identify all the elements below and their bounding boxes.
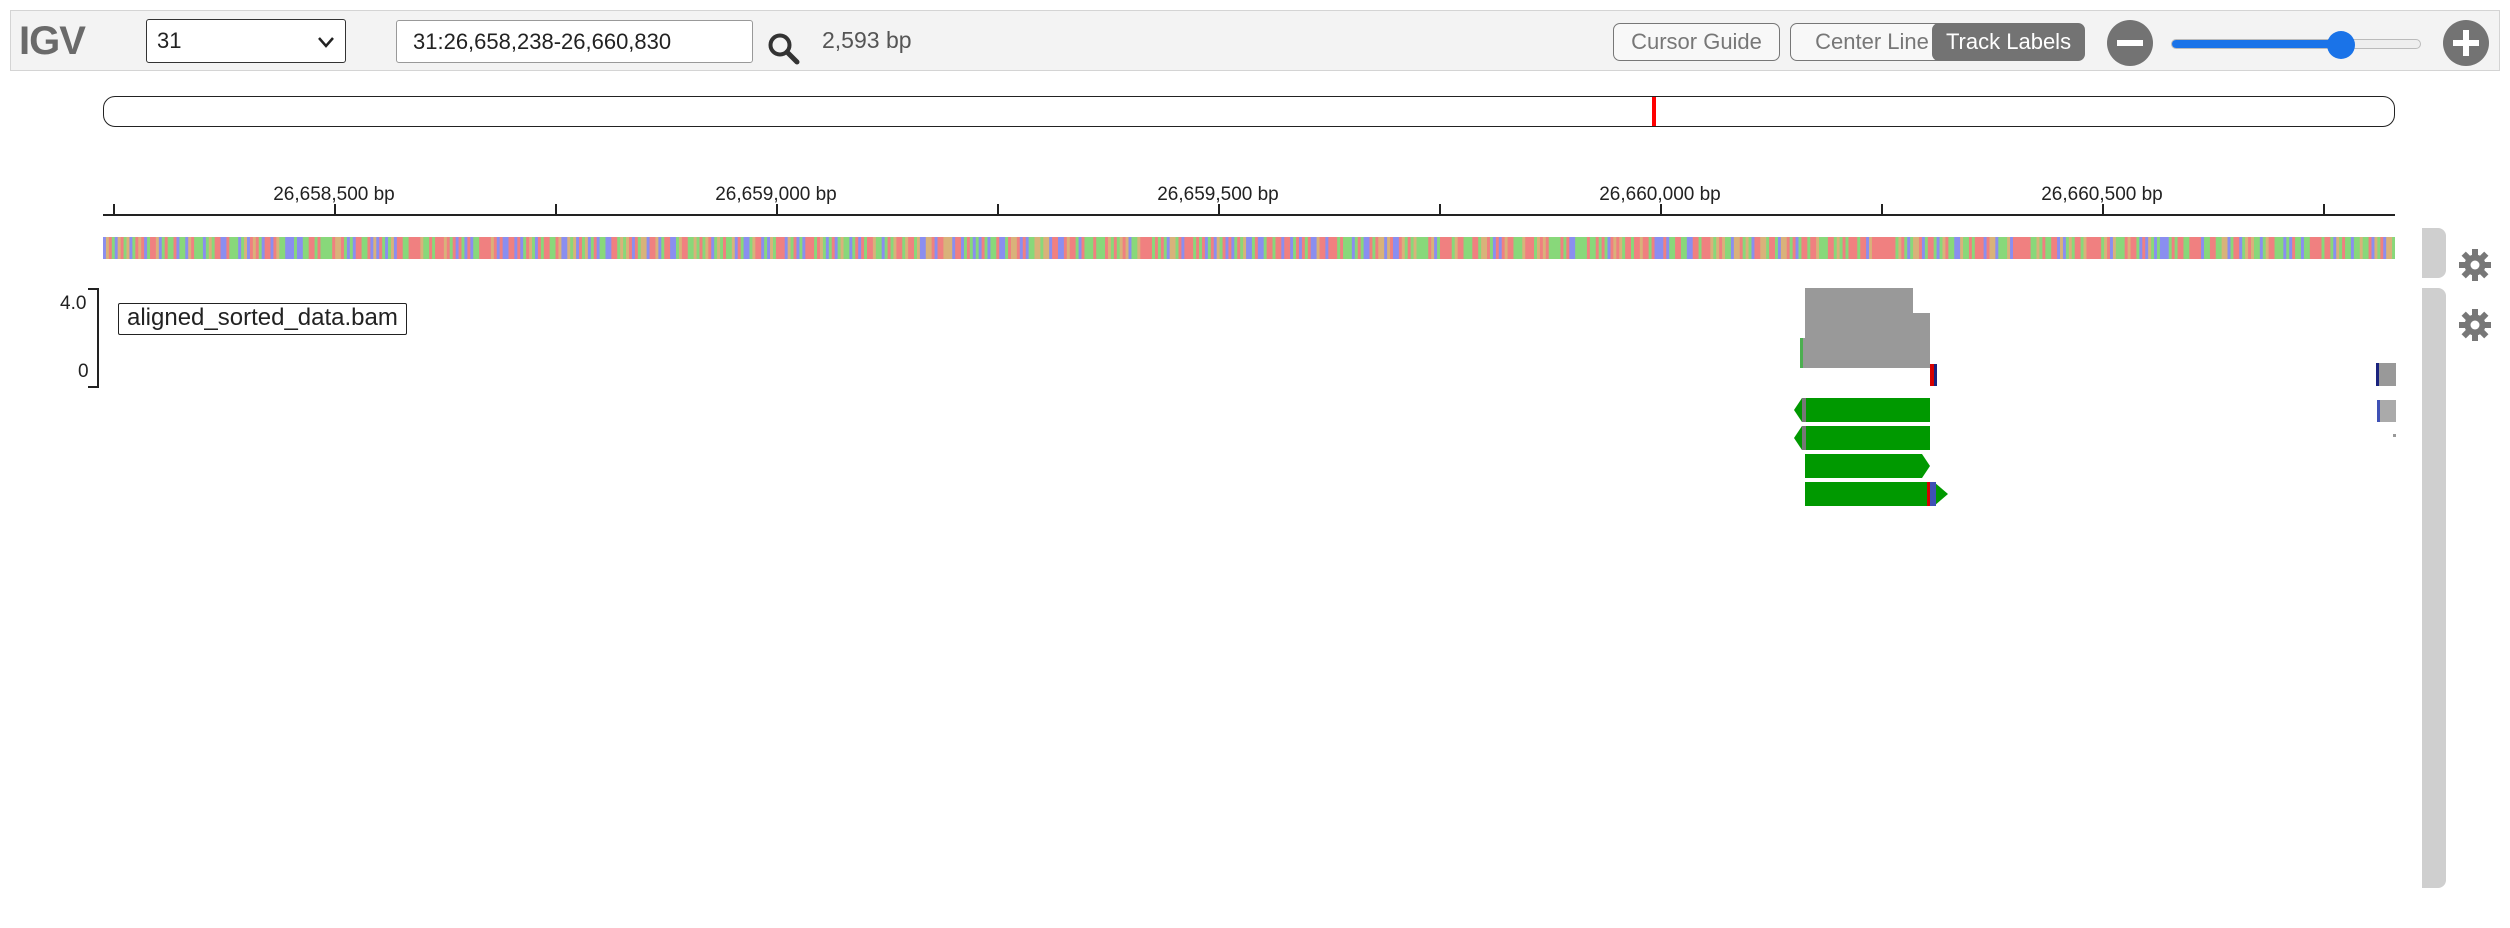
ruler-axis-line [103,214,2395,216]
ruler-tick [997,204,999,215]
alignment-track-scrollbar[interactable] [2422,288,2446,888]
zoom-slider[interactable] [2171,31,2421,59]
ruler-tick [113,204,115,215]
ideogram-current-region-marker [1652,97,1657,126]
ruler-track: 26,658,500 bp 26,659,000 bp 26,659,500 b… [103,180,2395,220]
zoom-slider-fill [2172,40,2341,48]
aligned-read[interactable] [1805,482,1948,506]
chevron-down-icon [318,37,334,48]
search-icon[interactable] [766,31,802,67]
ruler-tick [2323,204,2325,215]
coverage-bar [1802,338,1930,368]
chromosome-value: 31 [157,28,182,53]
window-width-label: 2,593 bp [822,27,912,53]
coverage-min-label: 0 [78,361,89,382]
zoom-out-icon[interactable] [2106,19,2154,67]
chromosome-ideogram[interactable] [103,96,2395,127]
read-mismatch [1802,426,1806,450]
ruler-tick-label: 26,659,000 bp [715,184,837,205]
ruler-tick-label: 26,660,000 bp [1599,184,1721,205]
zoom-slider-thumb[interactable] [2326,31,2355,59]
ruler-tick [1881,204,1883,215]
alignment-reads-area[interactable] [1780,280,1960,520]
zoom-in-icon[interactable] [2442,19,2490,67]
cursor-guide-button[interactable]: Cursor Guide [1613,23,1780,61]
coverage-mismatch-marker [1930,364,1934,386]
coverage-max-label: 4.0 [60,293,87,314]
read-mismatch [1927,482,1930,506]
read-mismatch [1802,398,1806,422]
ruler-tick [1439,204,1441,215]
read-mismatch [1930,482,1936,506]
coverage-mismatch-marker [1800,338,1803,368]
aligned-read[interactable] [1794,426,1930,450]
alignment-track-label: aligned_sorted_data.bam [118,303,407,335]
ruler-tick [555,204,557,215]
ruler-tick-label: 26,660,500 bp [2041,184,2163,205]
ruler-tick-label: 26,659,500 bp [1157,184,1279,205]
coverage-mismatch-marker [1934,364,1937,386]
track-labels-button[interactable]: Track Labels [1932,23,2085,61]
reference-sequence-track[interactable] [103,237,2395,259]
coverage-bar [1805,313,1930,338]
alignment-reads-edge[interactable] [2375,360,2397,440]
locus-search-input[interactable]: 31:26,658,238-26,660,830 [396,20,753,63]
igv-navbar: IGV 31 31:26,658,238-26,660,830 2,593 bp… [10,10,2500,71]
gear-icon[interactable] [2458,248,2492,282]
aligned-read[interactable] [1794,398,1930,422]
center-line-button[interactable]: Center Line [1790,23,1954,61]
coverage-bar [1805,288,1913,313]
ruler-tick-label: 26,658,500 bp [273,184,395,205]
gear-icon[interactable] [2458,308,2492,342]
chromosome-select[interactable]: 31 [146,19,346,63]
sequence-track-scrollbar[interactable] [2422,228,2446,278]
igv-logo: IGV [19,19,86,63]
aligned-read[interactable] [1805,454,1930,478]
